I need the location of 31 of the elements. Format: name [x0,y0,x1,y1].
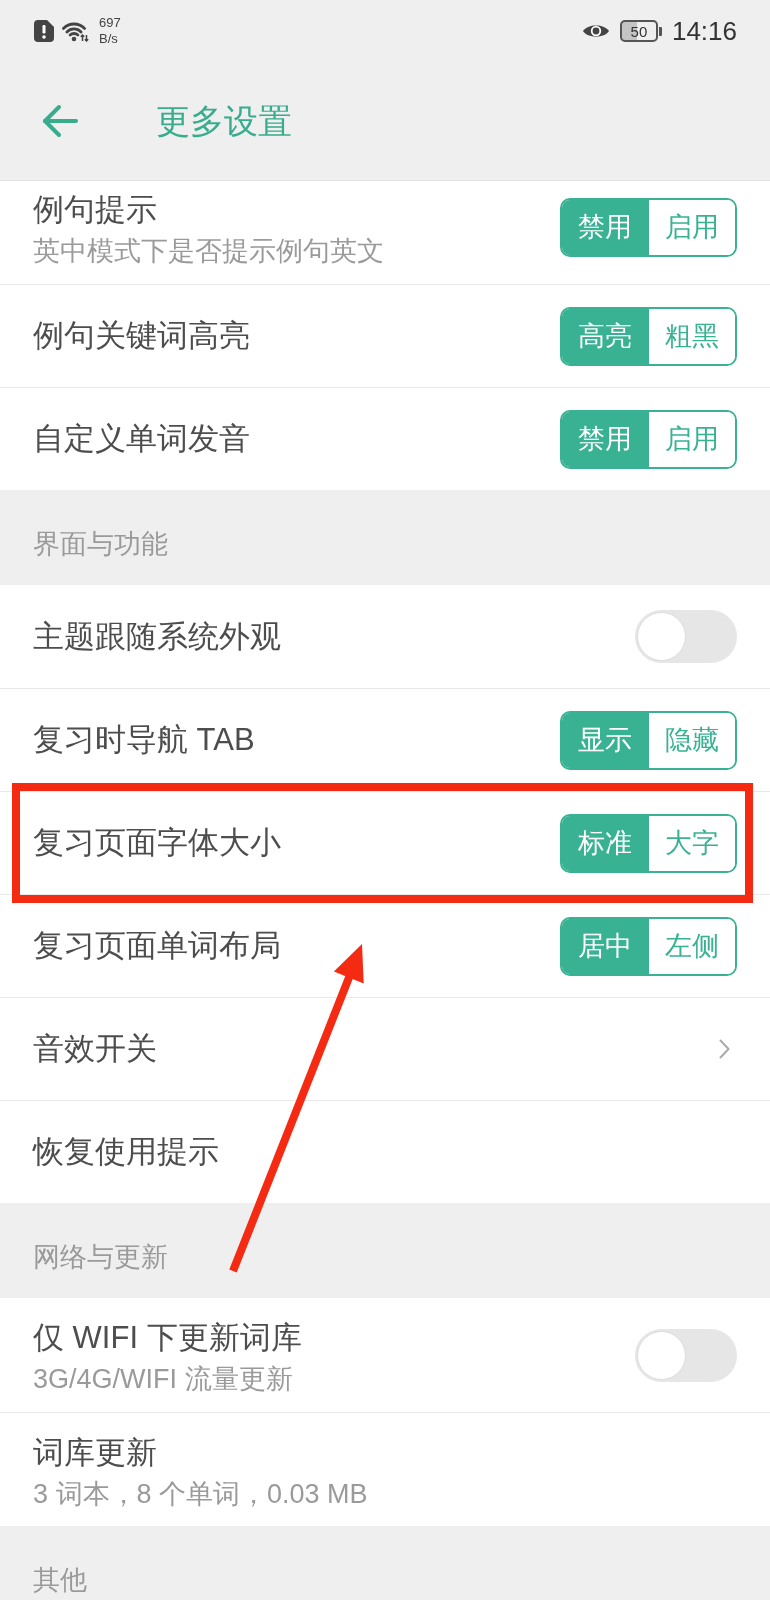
eye-icon [581,22,610,40]
setting-label: 例句提示 [33,192,158,228]
segment-option[interactable]: 居中 [562,918,649,974]
setting-description: 英中模式下是否提示例句英文 [33,235,384,267]
setting-description: 3 词本，8 个单词，0.03 MB [33,1477,368,1510]
alert-icon [34,20,54,42]
battery-indicator: 50 [619,20,662,42]
setting-label: 自定义单词发音 [33,421,250,457]
setting-label: 复习页面单词布局 [33,928,281,964]
section-header: 网络与更新 [33,1241,169,1273]
setting-description: 3G/4G/WIFI 流量更新 [33,1363,294,1395]
segment-option[interactable]: 禁用 [562,199,649,255]
network-speed-unit: B/s [99,31,119,47]
setting-label: 主题跟随系统外观 [33,618,281,655]
section-header: 其他 [33,1564,88,1596]
segment-option[interactable]: 标准 [562,815,649,871]
segment-option[interactable]: 显示 [562,712,649,768]
chevron-right-icon [719,1039,730,1059]
wifi-icon [61,20,89,42]
segment-option[interactable]: 高亮 [562,308,649,364]
setting-label: 仅 WIFI 下更新词库 [33,1320,302,1356]
status-time: 14:16 [671,16,737,46]
setting-label: 复习页面字体大小 [33,825,281,861]
setting-label: 复习时导航 TAB [33,722,255,758]
section-header: 界面与功能 [33,528,169,560]
network-speed-value: 697 [99,15,121,31]
page-title: 更多设置 [156,101,292,141]
segment-option[interactable]: 禁用 [562,411,649,467]
setting-label: 例句关键词高亮 [33,318,250,354]
toggle-switch[interactable] [635,1328,737,1382]
toggle-switch[interactable] [635,610,737,663]
